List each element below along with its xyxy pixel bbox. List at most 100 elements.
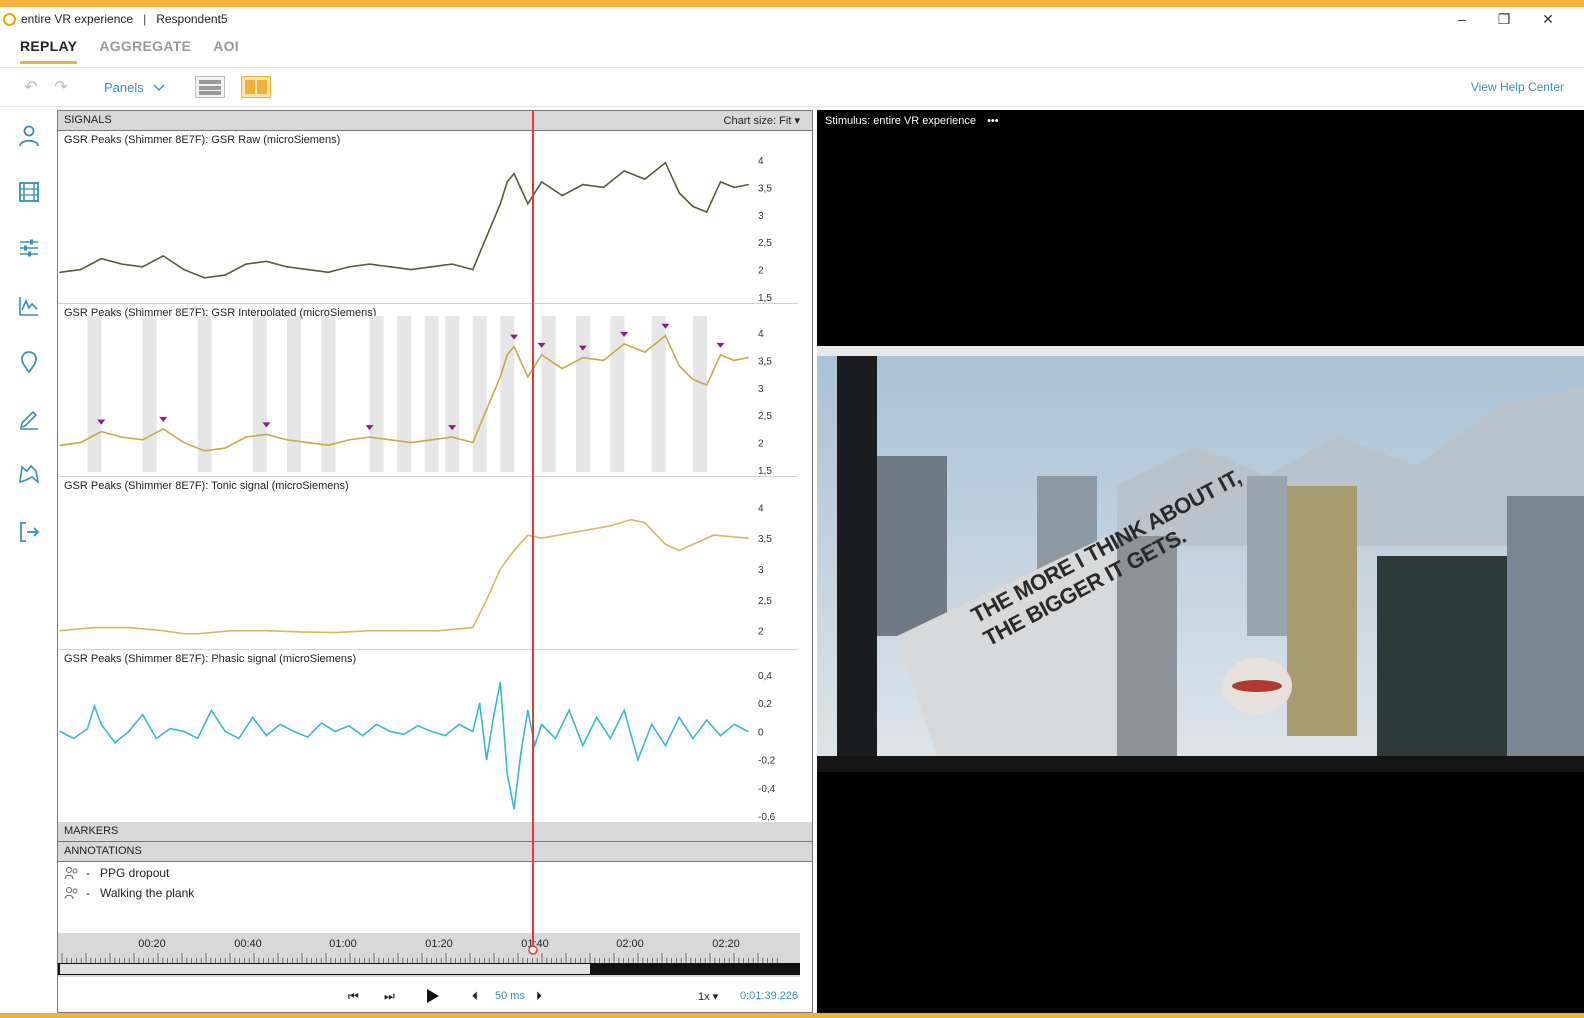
export-icon[interactable] (17, 520, 41, 544)
tab-replay[interactable]: REPLAY (20, 34, 78, 64)
data-point (485, 599, 488, 601)
peak-window-band (397, 316, 412, 472)
timeline-scrollbar[interactable] (58, 963, 800, 975)
undo-icon[interactable]: ↶ (16, 77, 46, 97)
data-point (141, 713, 144, 716)
data-point (100, 257, 103, 260)
chart-gsr-raw: 4 3,5 3 2,5 2 1,5 (59, 156, 772, 303)
panels-dropdown[interactable]: Panels (104, 80, 165, 95)
data-point (664, 161, 667, 164)
data-point (719, 181, 722, 183)
play-icon[interactable] (426, 989, 440, 1003)
panels-label: Panels (104, 79, 144, 95)
data-point (747, 183, 749, 186)
stimulus-video[interactable]: THE MORE I THINK ABOUT IT, THE BIGGER IT… (817, 346, 1584, 772)
timeline-label: 02:00 (616, 938, 644, 950)
signals-header: SIGNALS Chart size: Fit ▾ (58, 111, 812, 131)
step-size[interactable]: 50 ms (495, 990, 525, 1002)
respondent-icon[interactable] (17, 124, 41, 148)
stimulus-panel: Stimulus: entire VR experience ••• THE M… (817, 110, 1584, 1013)
data-point (86, 727, 89, 730)
data-point (327, 444, 330, 447)
step-back-icon[interactable]: ⏴ (472, 989, 478, 1004)
film-icon[interactable] (17, 180, 41, 204)
layout-stacked-button[interactable] (195, 76, 226, 98)
accent-top-bar (0, 0, 1584, 7)
data-point (410, 441, 412, 444)
more-options-button[interactable]: ••• (987, 115, 999, 127)
data-point (224, 447, 226, 449)
speed-dropdown[interactable]: 1x ▾ (698, 990, 718, 1003)
people-icon (64, 887, 78, 900)
data-point (712, 534, 715, 536)
data-point (183, 632, 185, 635)
map-flag-icon[interactable] (17, 462, 41, 486)
data-point (348, 266, 350, 268)
data-point (554, 737, 557, 740)
data-point (300, 631, 302, 633)
data-point (664, 744, 667, 747)
y-tick-label: -0,4 (758, 784, 776, 795)
data-point (527, 376, 529, 378)
data-point (485, 408, 488, 411)
peak-window-band (87, 316, 102, 472)
annotation-item[interactable]: - PPG dropout (64, 866, 169, 880)
y-tick-label: -0,2 (758, 756, 776, 767)
y-tick-label: 4 (758, 503, 764, 514)
layout-side-by-side-button[interactable] (241, 76, 272, 98)
y-tick-label: 3 (758, 211, 764, 222)
data-point (196, 737, 199, 740)
data-point (506, 354, 509, 356)
peak-marker (716, 342, 725, 348)
y-tick-label: 0 (758, 727, 764, 738)
annotations-header[interactable]: ANNOTATIONS (58, 842, 812, 862)
data-point (602, 186, 605, 189)
minimize-button[interactable]: – (1442, 7, 1482, 31)
tab-aggregate[interactable]: AGGREGATE (99, 34, 191, 64)
data-point (561, 367, 564, 370)
pencil-icon[interactable] (17, 406, 41, 430)
data-point (100, 723, 103, 726)
tab-aoi[interactable]: AOI (213, 34, 239, 64)
sliders-icon[interactable] (17, 236, 41, 260)
close-button[interactable]: ✕ (1528, 7, 1568, 31)
data-point (121, 436, 123, 438)
skip-start-icon[interactable]: ⏮ (348, 989, 359, 1004)
data-point (403, 733, 405, 736)
playhead-handle-icon[interactable] (527, 944, 539, 956)
annotation-item[interactable]: - Walking the plank (64, 886, 194, 900)
step-forward-icon[interactable]: ⏵ (536, 989, 542, 1004)
y-tick-label: 2 (758, 439, 764, 450)
restore-button[interactable]: ❐ (1484, 7, 1524, 31)
playhead-cursor[interactable] (532, 111, 534, 953)
timeline-label: 00:20 (138, 938, 166, 950)
timeline-label: 01:20 (425, 938, 453, 950)
timeline-scroll-thumb[interactable] (60, 964, 590, 974)
data-point (375, 723, 378, 726)
data-point (527, 709, 529, 712)
y-tick-label: 4 (758, 156, 764, 167)
chevron-down-icon (153, 84, 165, 91)
data-point (224, 274, 226, 276)
timeline-label: 02:20 (712, 938, 740, 950)
location-pin-icon[interactable] (17, 350, 41, 374)
signal-chart-icon[interactable] (17, 294, 41, 318)
data-point (155, 737, 158, 740)
help-center-link[interactable]: View Help Center (1471, 80, 1564, 94)
markers-header[interactable]: MARKERS (58, 822, 812, 842)
chart-size-dropdown[interactable]: Chart size: Fit ▾ (724, 114, 800, 127)
peak-window-band (142, 316, 157, 472)
data-point (705, 211, 708, 213)
data-point (196, 632, 199, 635)
y-tick-label: 2,5 (758, 411, 772, 422)
annotation-label: PPG dropout (100, 866, 170, 880)
skip-forward-icon[interactable]: ⏭ (384, 989, 395, 1004)
accent-bottom-bar (0, 1013, 1584, 1018)
data-point (492, 716, 495, 719)
y-tick-label: 4 (758, 329, 764, 340)
data-point (79, 268, 82, 271)
stimulus-header: Stimulus: entire VR experience ••• (825, 115, 999, 127)
data-point (183, 441, 185, 444)
city-scene-image (817, 346, 1584, 772)
redo-icon[interactable]: ↷ (46, 77, 76, 97)
